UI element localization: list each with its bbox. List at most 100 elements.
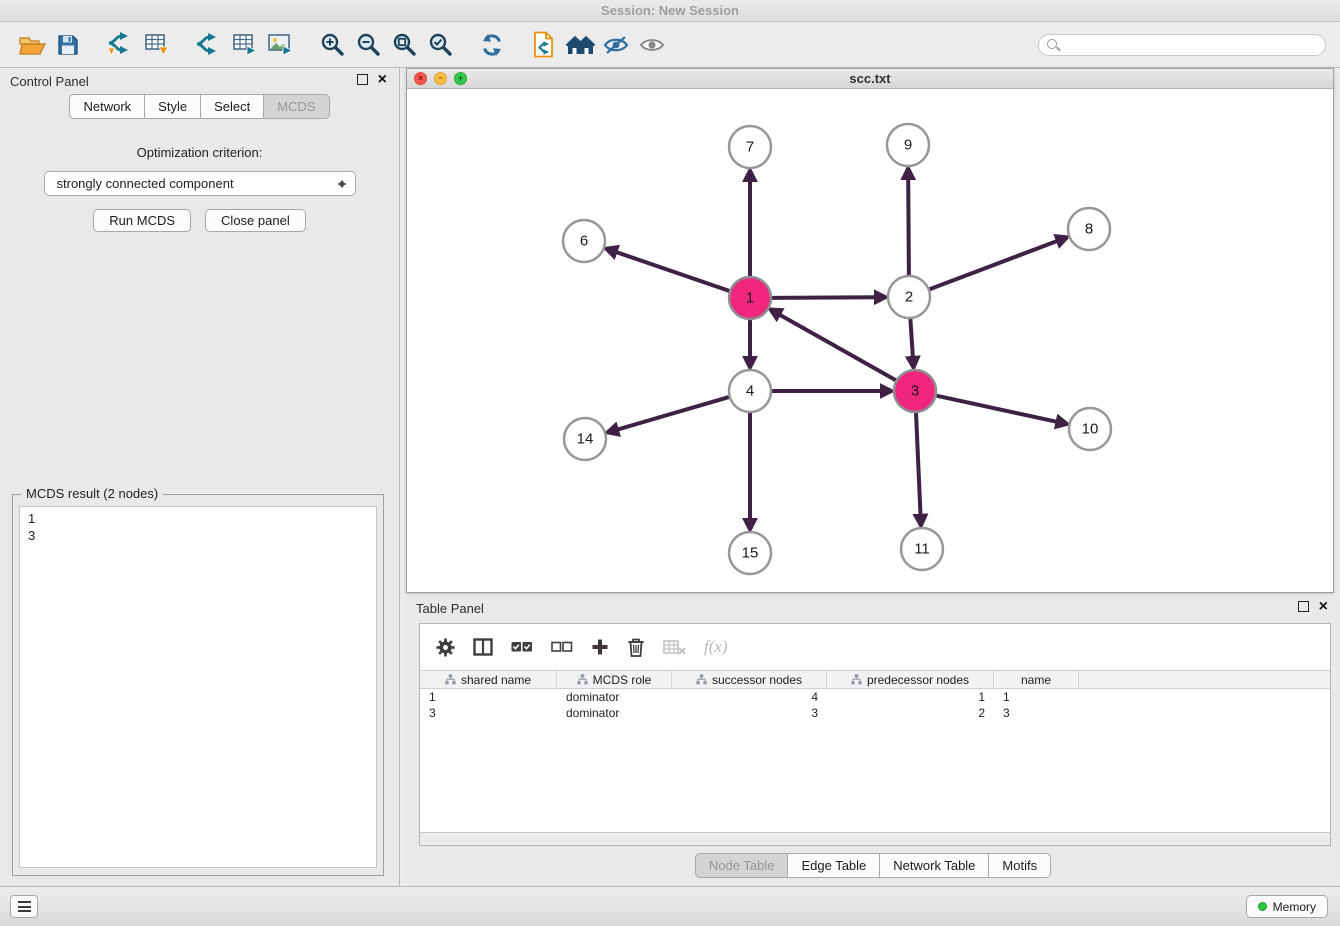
cell-successor-nodes[interactable]: 3: [672, 706, 827, 720]
graph-edge-3-11[interactable]: [916, 413, 921, 517]
zoom-selected-button[interactable]: [422, 27, 458, 63]
graph-node-15[interactable]: 15: [729, 532, 771, 574]
column-header-name[interactable]: name: [994, 671, 1079, 688]
tab-network-table[interactable]: Network Table: [880, 853, 989, 878]
close-panel-button[interactable]: Close panel: [205, 209, 306, 232]
graph-node-2[interactable]: 2: [888, 276, 930, 318]
memory-button[interactable]: Memory: [1246, 895, 1328, 918]
control-panel-close-button[interactable]: ×: [378, 74, 387, 85]
graph-node-8[interactable]: 8: [1068, 208, 1110, 250]
mcds-result-list[interactable]: 1 3: [19, 506, 377, 868]
export-image-button[interactable]: [262, 27, 298, 63]
open-session-button[interactable]: [14, 27, 50, 63]
task-history-button[interactable]: [10, 895, 38, 918]
cell-predecessor-nodes[interactable]: 2: [827, 706, 994, 720]
column-header-label: shared name: [461, 673, 531, 687]
window-maximize-button[interactable]: +: [454, 72, 467, 85]
cell-successor-nodes[interactable]: 4: [672, 690, 827, 704]
search-input[interactable]: [1065, 38, 1305, 52]
delete-column-button[interactable]: [627, 637, 645, 658]
table-horizontal-scrollbar[interactable]: [420, 832, 1330, 845]
zoom-fit-button[interactable]: [386, 27, 422, 63]
svg-text:14: 14: [577, 431, 594, 448]
zoom-out-button[interactable]: [350, 27, 386, 63]
create-column-button[interactable]: [591, 638, 609, 656]
graph-edge-2-3[interactable]: [910, 319, 913, 359]
cell-name[interactable]: 1: [994, 690, 1079, 704]
graph-edge-4-14[interactable]: [616, 397, 729, 430]
first-neighbors-button[interactable]: [562, 27, 598, 63]
criterion-select[interactable]: strongly connected component: [44, 171, 356, 196]
deselect-all-columns-button[interactable]: [551, 640, 573, 654]
control-panel-float-button[interactable]: [357, 74, 368, 85]
run-mcds-button[interactable]: Run MCDS: [93, 209, 191, 232]
column-header-filler: [1079, 671, 1330, 688]
show-columns-button[interactable]: [473, 638, 493, 656]
network-window-titlebar[interactable]: × − + scc.txt: [407, 69, 1333, 89]
refresh-layout-button[interactable]: [474, 27, 510, 63]
column-header-label: name: [1021, 673, 1051, 687]
graph-node-11[interactable]: 11: [901, 528, 943, 570]
table-panel: Table Panel ×: [406, 595, 1340, 886]
tab-network[interactable]: Network: [69, 94, 145, 119]
column-header-mcds-role[interactable]: MCDS role: [557, 671, 672, 688]
table-panel-float-button[interactable]: [1298, 601, 1309, 612]
tab-mcds[interactable]: MCDS: [264, 94, 329, 119]
table-row[interactable]: 3 dominator 3 2 3: [420, 705, 1330, 721]
function-builder-button[interactable]: f(x): [704, 637, 728, 657]
search-icon: [1047, 39, 1061, 53]
graph-node-10[interactable]: 10: [1069, 408, 1111, 450]
export-table-button[interactable]: [226, 27, 262, 63]
cell-name[interactable]: 3: [994, 706, 1079, 720]
tab-style[interactable]: Style: [145, 94, 201, 119]
zoom-in-button[interactable]: [314, 27, 350, 63]
export-network-button[interactable]: [190, 27, 226, 63]
network-canvas[interactable]: 1 2 3 4 6 7 8 9 10 11 14 15: [407, 89, 1333, 592]
clone-network-button[interactable]: [526, 27, 562, 63]
cell-shared-name[interactable]: 3: [420, 706, 557, 720]
window-close-button[interactable]: ×: [414, 72, 427, 85]
eye-slash-icon: [603, 35, 629, 55]
graph-node-14[interactable]: 14: [564, 418, 606, 460]
graph-node-9[interactable]: 9: [887, 124, 929, 166]
save-session-button[interactable]: [50, 27, 86, 63]
import-network-icon: [107, 32, 134, 57]
graph-node-3[interactable]: 3: [894, 370, 936, 412]
graph-node-7[interactable]: 7: [729, 126, 771, 168]
cell-shared-name[interactable]: 1: [420, 690, 557, 704]
refresh-icon: [479, 33, 505, 57]
table-settings-button[interactable]: [436, 638, 455, 657]
table-panel-header: Table Panel ×: [406, 595, 1340, 621]
column-header-shared-name[interactable]: shared name: [420, 671, 557, 688]
floppy-disk-icon: [56, 33, 80, 57]
tab-select[interactable]: Select: [201, 94, 264, 119]
select-all-columns-button[interactable]: [511, 640, 533, 654]
table-panel-close-button[interactable]: ×: [1319, 601, 1328, 612]
import-network-button[interactable]: [102, 27, 138, 63]
graph-edge-2-9[interactable]: [908, 177, 909, 275]
window-minimize-button[interactable]: −: [434, 72, 447, 85]
cell-mcds-role[interactable]: dominator: [557, 690, 672, 704]
graph-edge-2-8[interactable]: [930, 240, 1060, 289]
graphics-details-button[interactable]: [598, 27, 634, 63]
graph-edge-3-1[interactable]: [778, 314, 896, 381]
cell-predecessor-nodes[interactable]: 1: [827, 690, 994, 704]
cell-mcds-role[interactable]: dominator: [557, 706, 672, 720]
tab-motifs[interactable]: Motifs: [989, 853, 1051, 878]
delete-table-button[interactable]: [663, 639, 686, 655]
tab-node-table[interactable]: Node Table: [695, 853, 789, 878]
graph-edge-1-2[interactable]: [772, 297, 877, 298]
document-share-icon: [532, 31, 556, 58]
graph-node-6[interactable]: 6: [563, 220, 605, 262]
control-panel-tabs: Network Style Select MCDS: [0, 94, 399, 119]
graph-node-4[interactable]: 4: [729, 370, 771, 412]
graph-edge-1-6[interactable]: [614, 251, 729, 291]
column-header-predecessor-nodes[interactable]: predecessor nodes: [827, 671, 994, 688]
show-hide-button[interactable]: [634, 27, 670, 63]
tab-edge-table[interactable]: Edge Table: [788, 853, 880, 878]
column-header-successor-nodes[interactable]: successor nodes: [672, 671, 827, 688]
graph-edge-3-10[interactable]: [937, 396, 1059, 423]
table-row[interactable]: 1 dominator 4 1 1: [420, 689, 1330, 705]
import-table-button[interactable]: [138, 27, 174, 63]
graph-node-1[interactable]: 1: [729, 277, 771, 319]
